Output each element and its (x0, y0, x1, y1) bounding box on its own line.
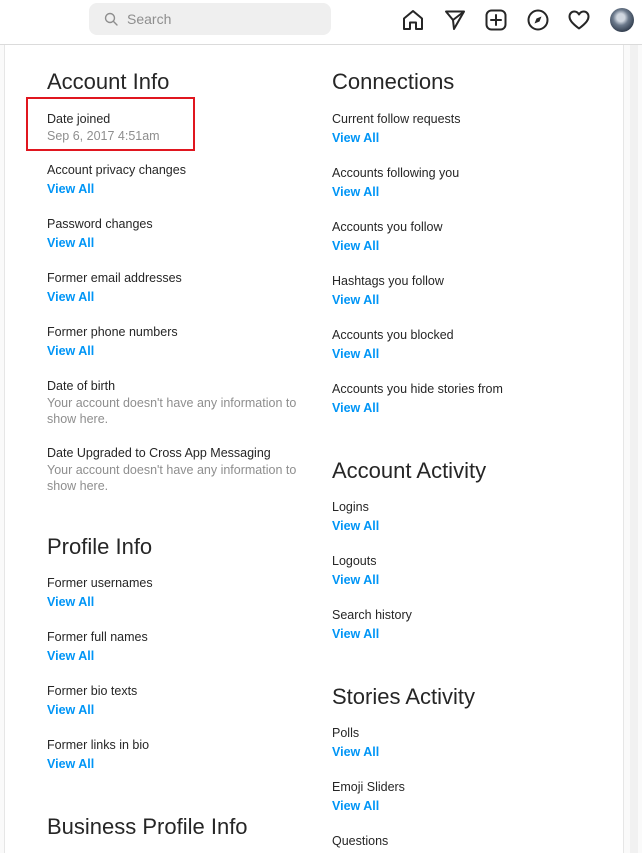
hashtags-you-follow-label: Hashtags you follow (332, 274, 444, 288)
account-activity-heading: Account Activity (332, 458, 487, 483)
accounts-you-follow-view-all-link[interactable]: View All (332, 239, 379, 253)
former-email-addresses-view-all-link[interactable]: View All (47, 290, 94, 304)
search-box[interactable] (89, 3, 331, 35)
logouts-view-all-link[interactable]: View All (332, 573, 379, 587)
profile-avatar[interactable] (610, 8, 634, 32)
former-phone-numbers-label: Former phone numbers (47, 325, 178, 339)
search-icon (104, 12, 118, 26)
new-post-icon[interactable] (484, 8, 508, 32)
former-full-names-label: Former full names (47, 630, 148, 644)
polls-label: Polls (332, 726, 360, 740)
former-phone-numbers-view-all-link[interactable]: View All (47, 344, 94, 358)
emoji-sliders-label: Emoji Sliders (332, 780, 405, 794)
search-history-label: Search history (332, 608, 412, 622)
connections-heading: Connections (332, 69, 455, 94)
accounts-you-blocked-view-all-link[interactable]: View All (332, 347, 379, 361)
accounts-you-blocked-label: Accounts you blocked (332, 328, 454, 342)
password-changes-label: Password changes (47, 217, 153, 231)
hashtags-you-follow-view-all-link[interactable]: View All (332, 293, 379, 307)
former-usernames-view-all-link[interactable]: View All (47, 595, 94, 609)
accounts-hide-stories-from-view-all-link[interactable]: View All (332, 401, 379, 415)
current-follow-requests-label: Current follow requests (332, 112, 461, 126)
password-changes-view-all-link[interactable]: View All (47, 236, 94, 250)
date-of-birth-empty-line-1: Your account doesn't have any informatio… (47, 396, 297, 410)
date-of-birth-label: Date of birth (47, 379, 116, 393)
account-info-heading: Account Info (47, 69, 170, 94)
accounts-you-follow-label: Accounts you follow (332, 220, 443, 234)
former-email-addresses-label: Former email addresses (47, 271, 182, 285)
former-full-names-view-all-link[interactable]: View All (47, 649, 94, 663)
top-navigation-bar (0, 0, 642, 45)
cross-app-messaging-empty-line-2: show here. (47, 479, 109, 493)
logouts-label: Logouts (332, 554, 377, 568)
former-bio-texts-view-all-link[interactable]: View All (47, 703, 94, 717)
home-icon[interactable] (401, 8, 425, 32)
cross-app-messaging-label: Date Upgraded to Cross App Messaging (47, 446, 271, 460)
date-joined-highlight-box (26, 97, 195, 151)
date-of-birth-empty-line-2: show here. (47, 412, 109, 426)
accounts-hide-stories-from-label: Accounts you hide stories from (332, 382, 503, 396)
profile-info-heading: Profile Info (47, 534, 153, 559)
questions-label: Questions (332, 834, 389, 848)
search-input[interactable] (127, 9, 317, 29)
business-profile-info-heading: Business Profile Info (47, 814, 248, 839)
logins-view-all-link[interactable]: View All (332, 519, 379, 533)
account-data-page: Account Info Date joined Sep 6, 2017 4:5… (4, 45, 624, 853)
former-links-in-bio-view-all-link[interactable]: View All (47, 757, 94, 771)
accounts-following-you-label: Accounts following you (332, 166, 460, 180)
polls-view-all-link[interactable]: View All (332, 745, 379, 759)
account-privacy-changes-view-all-link[interactable]: View All (47, 182, 94, 196)
activity-heart-icon[interactable] (567, 8, 591, 32)
cross-app-messaging-empty-line-1: Your account doesn't have any informatio… (47, 463, 297, 477)
former-usernames-label: Former usernames (47, 576, 153, 590)
current-follow-requests-view-all-link[interactable]: View All (332, 131, 379, 145)
emoji-sliders-view-all-link[interactable]: View All (332, 799, 379, 813)
page-scrollbar[interactable] (630, 45, 638, 853)
accounts-following-you-view-all-link[interactable]: View All (332, 185, 379, 199)
former-bio-texts-label: Former bio texts (47, 684, 138, 698)
logins-label: Logins (332, 500, 369, 514)
direct-messages-icon[interactable] (443, 8, 467, 32)
stories-activity-heading: Stories Activity (332, 684, 476, 709)
search-history-view-all-link[interactable]: View All (332, 627, 379, 641)
former-links-in-bio-label: Former links in bio (47, 738, 150, 752)
explore-icon[interactable] (526, 8, 550, 32)
account-privacy-changes-label: Account privacy changes (47, 163, 186, 177)
